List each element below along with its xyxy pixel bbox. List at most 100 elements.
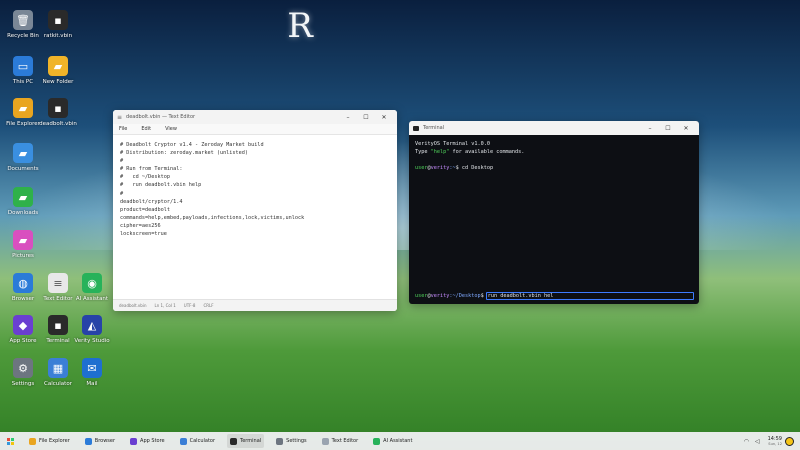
notification-icon[interactable] — [785, 436, 794, 446]
file-explorer-icon: ▰ — [13, 98, 33, 118]
terminal-output[interactable]: VerityOS Terminal v1.0.0 Type "help" for… — [409, 135, 699, 304]
terminal-icon — [230, 437, 238, 445]
desktop-icon-label: Mail — [86, 381, 98, 387]
taskbar-item-label: App Store — [140, 438, 165, 444]
system-tray: ◠ ◁ 14:59 Sun, 12 — [738, 432, 794, 450]
taskbar-apps: File Explorer Browser App Store Calculator T… — [26, 434, 424, 448]
ai-assistant-icon — [373, 437, 381, 445]
terminal-hint: Type "help" for available commands. — [415, 148, 693, 156]
hint-text: Type — [415, 149, 431, 155]
desktop-icon-label: Browser — [11, 296, 35, 302]
taskbar-item-terminal[interactable]: Terminal — [227, 434, 265, 448]
desktop-icon-pictures[interactable]: ▰ Pictures — [0, 230, 46, 260]
folder-icon: ▰ — [48, 56, 68, 76]
settings-gear-icon — [276, 437, 284, 445]
editor-titlebar[interactable]: ≡ deadbolt.vbin — Text Editor – ☐ ✕ — [113, 110, 397, 124]
terminal-window: Terminal – ☐ ✕ VerityOS Terminal v1.0.0 … — [409, 121, 699, 304]
terminal-icon: ▪ — [48, 315, 68, 335]
terminal-input[interactable]: run deadbolt.vbin hel — [485, 292, 694, 300]
prompt-user: user — [415, 293, 428, 299]
taskbar-item-label: Calculator — [189, 438, 216, 444]
desktop-icon-ratkit-vbin[interactable]: ▪ ratkit.vbin — [35, 10, 81, 40]
terminal-titlebar[interactable]: Terminal – ☐ ✕ — [409, 121, 699, 135]
taskbar-item-label: Browser — [94, 438, 116, 444]
verity-studio-icon: ◭ — [82, 315, 102, 335]
desktop-icon-label: Downloads — [7, 210, 39, 216]
desktop-icon-label: Settings — [11, 381, 35, 387]
wifi-icon[interactable]: ◠ — [744, 438, 749, 445]
browser-icon — [84, 437, 92, 445]
app-store-icon — [130, 437, 138, 445]
desktop-icon-new-folder[interactable]: ▰ New Folder — [35, 56, 81, 86]
desktop-icon-mail[interactable]: ✉ Mail — [69, 358, 115, 388]
desktop-icon-label: deadbolt.vbin — [39, 121, 77, 127]
taskbar-item-browser[interactable]: Browser — [82, 434, 118, 448]
taskbar-item-label: File Explorer — [39, 438, 70, 444]
status-filename: deadbolt.vbin — [119, 303, 147, 308]
clock[interactable]: 14:59 Sun, 12 — [768, 436, 782, 447]
desktop-icon-label: Documents — [7, 166, 39, 172]
taskbar-item-text-editor[interactable]: Text Editor — [319, 434, 362, 448]
file-explorer-icon — [29, 437, 36, 445]
editor-title: deadbolt.vbin — Text Editor — [126, 114, 196, 120]
editor-menubar: File Edit View — [113, 124, 397, 135]
taskbar-item-settings[interactable]: Settings — [273, 434, 310, 448]
desktop-icon-documents[interactable]: ▰ Documents — [0, 143, 46, 173]
clock-date: Sun, 12 — [768, 441, 782, 446]
taskbar-item-file-explorer[interactable]: File Explorer — [26, 434, 73, 448]
close-button[interactable]: ✕ — [677, 125, 695, 132]
desktop-icon-ai-assistant[interactable]: ◉ AI Assistant — [69, 273, 115, 303]
terminal-icon — [413, 125, 419, 131]
wallpaper-logo: R — [287, 6, 313, 46]
ai-assistant-icon: ◉ — [82, 273, 102, 293]
text-editor-window: ≡ deadbolt.vbin — Text Editor – ☐ ✕ File… — [113, 110, 397, 311]
desktop-icon-deadbolt-vbin[interactable]: ▪ deadbolt.vbin — [35, 98, 81, 128]
desktop-icon-label: AI Assistant — [75, 296, 109, 302]
downloads-folder-icon: ▰ — [13, 187, 33, 207]
prompt-path: :~/Desktop — [449, 293, 481, 299]
terminal-title: Terminal — [423, 125, 445, 131]
calculator-icon: ▦ — [48, 358, 68, 378]
browser-icon: ◍ — [13, 273, 33, 293]
taskbar-item-label: Settings — [286, 438, 307, 444]
desktop-icon-label: This PC — [12, 79, 34, 85]
volume-icon[interactable]: ◁ — [755, 438, 760, 445]
app-store-icon: ◆ — [13, 315, 33, 335]
editor-text-area[interactable]: # Deadbolt Cryptor v1.4 - Zeroday Market… — [113, 135, 397, 299]
taskbar-item-label: Terminal — [240, 438, 262, 444]
desktop-icon-label: Terminal — [46, 338, 70, 344]
terminal-history-line: user@verity:~$ cd Desktop — [415, 165, 494, 171]
binary-file-icon: ▪ — [48, 98, 68, 118]
menu-file[interactable]: File — [119, 126, 127, 132]
text-editor-icon — [321, 437, 329, 445]
desktop-icon-verity-studio[interactable]: ◭ Verity Studio — [69, 315, 115, 345]
prompt-user: user — [415, 165, 428, 171]
desktop-icon-label: Verity Studio — [74, 338, 110, 344]
menu-view[interactable]: View — [165, 126, 177, 132]
taskbar-item-ai-assistant[interactable]: AI Assistant — [370, 434, 415, 448]
desktop-icon-label: New Folder — [42, 79, 74, 85]
desktop-icon-label: Calculator — [44, 381, 72, 387]
recycle-bin-icon: 🗑 — [13, 10, 33, 30]
minimize-button[interactable]: – — [641, 125, 659, 132]
close-button[interactable]: ✕ — [375, 114, 393, 121]
text-editor-icon: ≡ — [117, 113, 123, 121]
monitor-icon: ▭ — [13, 56, 33, 76]
maximize-button[interactable]: ☐ — [659, 125, 677, 132]
editor-statusbar: deadbolt.vbin Ln 1, Col 1 UTF-8 CRLF — [113, 299, 397, 311]
binary-file-icon: ▪ — [48, 10, 68, 30]
taskbar-item-app-store[interactable]: App Store — [127, 434, 168, 448]
desktop-icon-label: Pictures — [12, 253, 34, 259]
text-editor-icon: ≡ — [48, 273, 68, 293]
prompt-host: verity — [430, 165, 450, 171]
history-command: cd Desktop — [461, 165, 494, 171]
menu-edit[interactable]: Edit — [141, 126, 151, 132]
minimize-button[interactable]: – — [339, 114, 357, 121]
desktop-icon-downloads[interactable]: ▰ Downloads — [0, 187, 46, 217]
calculator-icon — [179, 437, 187, 445]
start-button[interactable] — [4, 434, 17, 448]
maximize-button[interactable]: ☐ — [357, 114, 375, 121]
mail-icon: ✉ — [82, 358, 102, 378]
taskbar-item-calculator[interactable]: Calculator — [177, 434, 218, 448]
hint-command: "help" — [430, 149, 450, 155]
